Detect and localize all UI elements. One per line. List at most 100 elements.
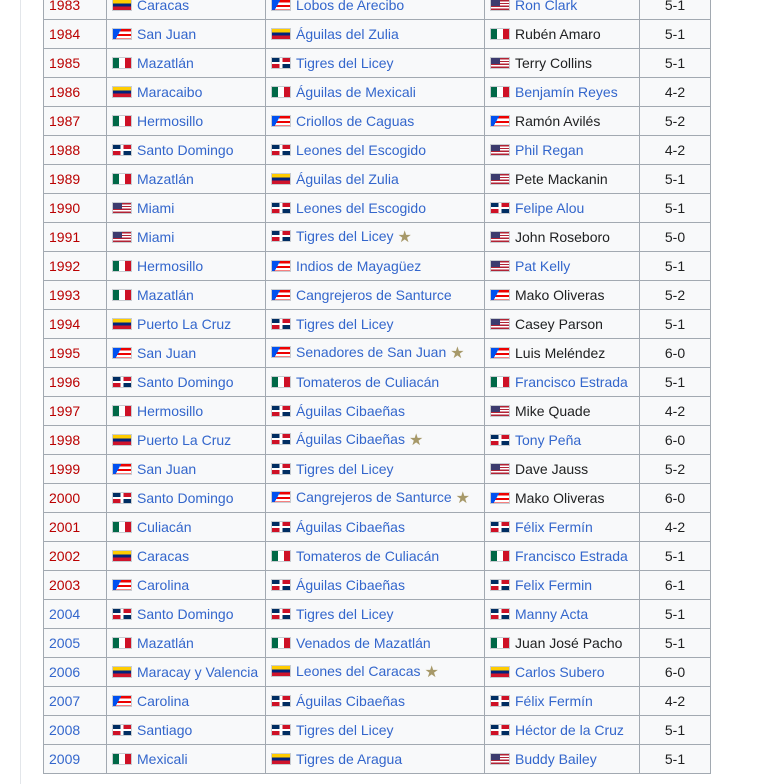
champion-team-link[interactable]: Indios de Mayagüez [296, 258, 421, 274]
year-link[interactable]: 1991 [49, 229, 80, 245]
host-city-link[interactable]: San Juan [137, 461, 196, 477]
manager-link[interactable]: Felipe Alou [515, 200, 584, 216]
champion-team-link[interactable]: Tigres de Aragua [296, 751, 402, 767]
year-link[interactable]: 2006 [49, 664, 80, 680]
host-city-link[interactable]: Puerto La Cruz [137, 316, 231, 332]
manager-link[interactable]: Héctor de la Cruz [515, 722, 624, 738]
host-city-link[interactable]: Santo Domingo [137, 374, 234, 390]
host-city-link[interactable]: Santo Domingo [137, 606, 234, 622]
year-link[interactable]: 1995 [49, 345, 80, 361]
manager-cell: Juan José Pacho [484, 628, 640, 658]
host-city-link[interactable]: Mexicali [137, 751, 188, 767]
year-link[interactable]: 1999 [49, 461, 80, 477]
year-link[interactable]: 1997 [49, 403, 80, 419]
manager-link[interactable]: Phil Regan [515, 142, 584, 158]
host-city-link[interactable]: Caracas [137, 548, 189, 564]
record-cell: 6-0 [639, 483, 711, 513]
year-link[interactable]: 1989 [49, 171, 80, 187]
year-link[interactable]: 1994 [49, 316, 80, 332]
manager-link[interactable]: Félix Fermín [515, 693, 593, 709]
manager-cell: Tony Peña [484, 425, 640, 455]
champion-team-link[interactable]: Águilas Cibaeñas [296, 693, 405, 709]
champion-team-link[interactable]: Tigres del Licey [296, 606, 394, 622]
manager-link[interactable]: Carlos Subero [515, 664, 605, 680]
champion-team-link[interactable]: Tigres del Licey [296, 461, 394, 477]
host-city-link[interactable]: Culiacán [137, 519, 191, 535]
manager-link[interactable]: Ron Clark [515, 0, 577, 13]
host-city-link[interactable]: Hermosillo [137, 403, 203, 419]
host-city-link[interactable]: Maracay y Valencia [137, 664, 258, 680]
champion-team-link[interactable]: Águilas Cibaeñas [296, 403, 405, 419]
host-city-link[interactable]: Mazatlán [137, 171, 194, 187]
host-city-link[interactable]: Puerto La Cruz [137, 432, 231, 448]
manager-link[interactable]: Félix Fermín [515, 519, 593, 535]
year-link[interactable]: 1986 [49, 84, 80, 100]
host-city-link[interactable]: Caracas [137, 0, 189, 13]
year-link[interactable]: 1998 [49, 432, 80, 448]
champion-team-link[interactable]: Águilas Cibaeñas [296, 519, 405, 535]
year-link[interactable]: 1992 [49, 258, 80, 274]
host-city-link[interactable]: Mazatlán [137, 287, 194, 303]
champion-team-link[interactable]: Criollos de Caguas [296, 113, 414, 129]
champion-team-link[interactable]: Águilas Cibaeñas [296, 431, 405, 447]
host-city-link[interactable]: Santiago [137, 722, 192, 738]
year-link[interactable]: 1987 [49, 113, 80, 129]
champion-team-link[interactable]: Tomateros de Culiacán [296, 374, 439, 390]
year-link[interactable]: 1990 [49, 200, 80, 216]
year-link[interactable]: 2000 [49, 490, 80, 506]
champion-team-link[interactable]: Tigres del Licey [296, 316, 394, 332]
year-link[interactable]: 1983 [49, 0, 80, 13]
host-city-link[interactable]: San Juan [137, 345, 196, 361]
champion-team-link[interactable]: Águilas del Zulia [296, 26, 399, 42]
champion-team-link[interactable]: Águilas de Mexicali [296, 84, 416, 100]
champion-team-link[interactable]: Tomateros de Culiacán [296, 548, 439, 564]
host-city-link[interactable]: Mazatlán [137, 55, 194, 71]
host-city-link[interactable]: Maracaibo [137, 84, 202, 100]
champion-team-link[interactable]: Tigres del Licey [296, 722, 394, 738]
host-city-link[interactable]: Miami [137, 200, 174, 216]
year-link[interactable]: 2007 [49, 693, 80, 709]
manager-link[interactable]: Pat Kelly [515, 258, 570, 274]
year-link[interactable]: 2004 [49, 606, 80, 622]
champion-team-link[interactable]: Cangrejeros de Santurce [296, 287, 452, 303]
manager-link[interactable]: Felix Fermin [515, 577, 592, 593]
champion-team-link[interactable]: Tigres del Licey [296, 55, 394, 71]
year-link[interactable]: 2001 [49, 519, 80, 535]
manager-link[interactable]: Buddy Bailey [515, 751, 597, 767]
champion-team-link[interactable]: Leones del Caracas [296, 663, 421, 679]
champion-team-link[interactable]: Leones del Escogido [296, 200, 426, 216]
champion-team-link[interactable]: Venados de Mazatlán [296, 635, 431, 651]
host-city-link[interactable]: Santo Domingo [137, 490, 234, 506]
year-link[interactable]: 2008 [49, 722, 80, 738]
manager-link[interactable]: Francisco Estrada [515, 548, 628, 564]
year-link[interactable]: 2009 [49, 751, 80, 767]
champion-team-link[interactable]: Lobos de Arecibo [296, 0, 404, 13]
year-link[interactable]: 1985 [49, 55, 80, 71]
host-city-link[interactable]: San Juan [137, 26, 196, 42]
champion-team-link[interactable]: Senadores de San Juan [296, 344, 446, 360]
year-link[interactable]: 2003 [49, 577, 80, 593]
year-link[interactable]: 1984 [49, 26, 80, 42]
host-city-link[interactable]: Carolina [137, 693, 189, 709]
year-link[interactable]: 2002 [49, 548, 80, 564]
manager-link[interactable]: Tony Peña [515, 432, 581, 448]
manager-cell: Héctor de la Cruz [484, 715, 640, 745]
host-city-link[interactable]: Hermosillo [137, 258, 203, 274]
manager-link[interactable]: Manny Acta [515, 606, 588, 622]
champion-team-link[interactable]: Tigres del Licey [296, 228, 394, 244]
year-link[interactable]: 1988 [49, 142, 80, 158]
host-city-link[interactable]: Miami [137, 229, 174, 245]
champion-team-link[interactable]: Cangrejeros de Santurce [296, 489, 452, 505]
year-link[interactable]: 1993 [49, 287, 80, 303]
manager-link[interactable]: Benjamín Reyes [515, 84, 618, 100]
champion-team-link[interactable]: Águilas del Zulia [296, 171, 399, 187]
host-city-link[interactable]: Santo Domingo [137, 142, 234, 158]
host-city-link[interactable]: Carolina [137, 577, 189, 593]
year-link[interactable]: 1996 [49, 374, 80, 390]
year-link[interactable]: 2005 [49, 635, 80, 651]
champion-team-link[interactable]: Águilas Cibaeñas [296, 577, 405, 593]
host-city-link[interactable]: Hermosillo [137, 113, 203, 129]
champion-team-link[interactable]: Leones del Escogido [296, 142, 426, 158]
host-city-link[interactable]: Mazatlán [137, 635, 194, 651]
manager-link[interactable]: Francisco Estrada [515, 374, 628, 390]
